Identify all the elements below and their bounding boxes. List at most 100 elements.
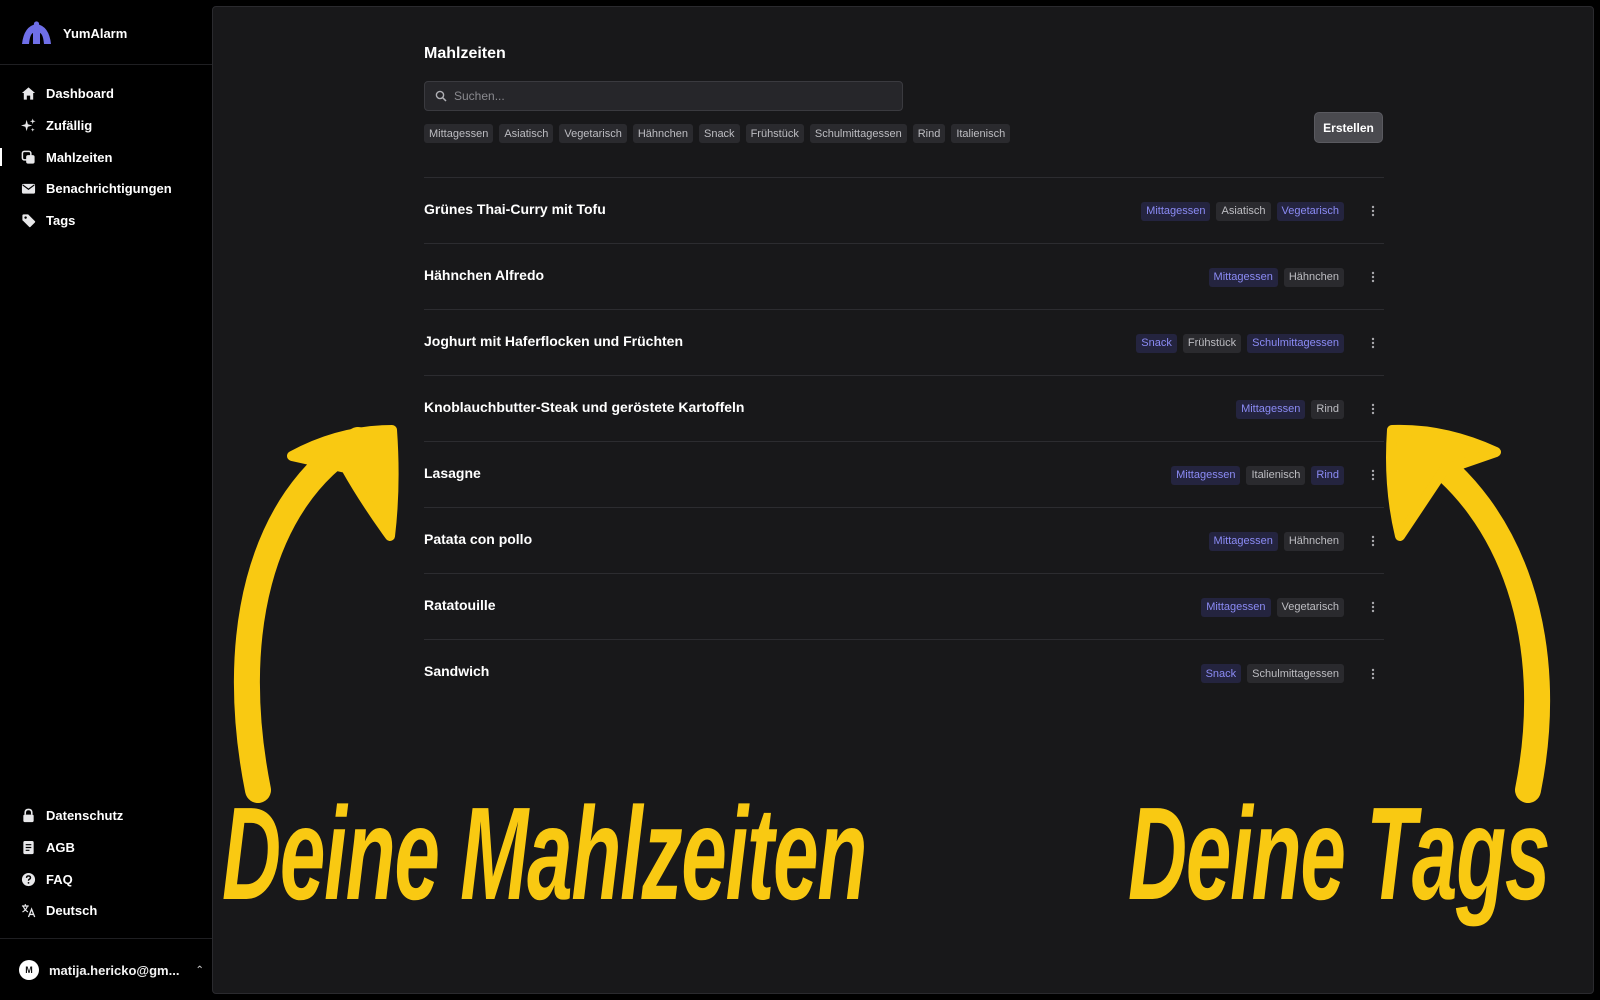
meal-tags: Mittagessen Italienisch Rind: [1171, 465, 1344, 485]
tag-filter-list: Mittagessen Asiatisch Vegetarisch Hähnchen S…: [424, 124, 1011, 143]
meal-row[interactable]: Grünes Thai-Curry mit Tofu Mittagessen Asi…: [424, 178, 1384, 244]
tag-badge: Frühstück: [1182, 333, 1242, 353]
copy-icon: [20, 149, 36, 165]
more-vertical-icon[interactable]: [1362, 596, 1384, 618]
tag-badge: Mittagessen: [1201, 597, 1271, 617]
meal-tags: Mittagessen Rind: [1236, 399, 1344, 419]
meal-name: Grünes Thai-Curry mit Tofu: [424, 200, 606, 217]
filter-chip[interactable]: Frühstück: [745, 124, 804, 143]
sidebar-item-agb[interactable]: AGB: [0, 832, 212, 864]
app-name: YumAlarm: [63, 25, 128, 41]
meal-name: Patata con pollo: [424, 530, 533, 547]
filter-chip[interactable]: Vegetarisch: [559, 124, 627, 143]
meal-row[interactable]: Ratatouille Mittagessen Vegetarisch: [424, 574, 1384, 640]
avatar: M: [19, 960, 39, 980]
page-title: Mahlzeiten: [424, 45, 506, 62]
chevron-up-icon: ⌃: [195, 964, 204, 976]
sidebar-footer-nav: Datenschutz AGB FAQ Deutsch: [0, 800, 212, 927]
translate-icon: [20, 903, 36, 919]
meal-row[interactable]: Knoblauchbutter-Steak und geröstete Kart…: [424, 376, 1384, 442]
main-panel: Mahlzeiten MittagessenAsiatischVegetaris…: [212, 6, 1594, 994]
filter-chip[interactable]: Mittagessen: [424, 124, 494, 143]
meal-row[interactable]: Sandwich Snack Schulmittagessen: [424, 640, 1384, 706]
tag-badge: Vegetarisch: [1276, 597, 1344, 617]
sidebar-item-dashboard[interactable]: Dashboard: [0, 78, 212, 110]
tag-badge: Asiatisch: [1216, 201, 1271, 221]
filter-chip[interactable]: Schulmittagessen: [809, 124, 907, 143]
help-icon: [20, 871, 36, 887]
sidebar-divider: [0, 938, 212, 939]
meal-name: Lasagne: [424, 464, 481, 481]
filter-chip[interactable]: Asiatisch: [499, 124, 554, 143]
sidebar-item-datenschutz[interactable]: Datenschutz: [0, 800, 212, 832]
sidebar: YumAlarm Dashboard Zufällig Mahlzeiten B…: [0, 0, 212, 1000]
tag-badge: Rind: [1311, 465, 1344, 485]
meal-name: Ratatouille: [424, 596, 496, 613]
filter-chip[interactable]: Italienisch: [951, 124, 1011, 143]
lock-icon: [20, 808, 36, 824]
sparkles-icon: [20, 118, 36, 134]
search-box[interactable]: [424, 81, 903, 111]
sidebar-item-faq[interactable]: FAQ: [0, 863, 212, 895]
tag-badge: Italienisch: [1246, 465, 1306, 485]
tag-badge: Mittagessen: [1236, 399, 1306, 419]
sidebar-item-label: Dashboard: [46, 86, 114, 102]
user-menu[interactable]: M matija.hericko@gm... ⌃: [19, 958, 204, 982]
meal-tags: Snack Schulmittagessen: [1200, 664, 1344, 683]
search-icon: [435, 90, 447, 102]
sidebar-item-mahlzeiten[interactable]: Mahlzeiten: [0, 141, 212, 173]
tag-icon: [20, 213, 36, 229]
sidebar-divider: [0, 64, 212, 65]
document-icon: [20, 840, 36, 856]
more-vertical-icon[interactable]: [1362, 464, 1384, 486]
meal-row[interactable]: Hähnchen Alfredo Mittagessen Hähnchen: [424, 244, 1384, 310]
search-input[interactable]: [454, 89, 884, 103]
meal-row[interactable]: Joghurt mit Haferflocken und Früchten Sna…: [424, 310, 1384, 376]
tag-badge: Mittagessen: [1171, 465, 1241, 485]
home-icon: [20, 86, 36, 102]
meal-row[interactable]: Lasagne Mittagessen Italienisch Rind: [424, 442, 1384, 508]
sidebar-item-label: Zufällig: [46, 118, 93, 134]
sidebar-item-label: Datenschutz: [46, 808, 124, 824]
more-vertical-icon[interactable]: [1362, 530, 1384, 552]
meal-name: Hähnchen Alfredo: [424, 266, 545, 283]
filter-chip[interactable]: Snack: [698, 124, 740, 143]
filter-chip[interactable]: Rind: [912, 124, 946, 143]
more-vertical-icon[interactable]: [1362, 398, 1384, 420]
tag-badge: Hähnchen: [1283, 531, 1344, 551]
mail-icon: [20, 181, 36, 197]
sidebar-nav: Dashboard Zufällig Mahlzeiten Benachrich…: [0, 78, 212, 236]
sidebar-item-zufaellig[interactable]: Zufällig: [0, 110, 212, 142]
more-vertical-icon[interactable]: [1362, 200, 1384, 222]
sidebar-item-label: Tags: [46, 213, 76, 229]
meal-tags: Snack Frühstück Schulmittagessen: [1136, 333, 1344, 353]
create-button[interactable]: Erstellen: [1314, 112, 1383, 143]
sidebar-item-label: Deutsch: [46, 903, 98, 919]
sidebar-item-label: Benachrichtigungen: [46, 181, 172, 197]
brand[interactable]: YumAlarm: [20, 18, 127, 48]
meal-row[interactable]: Patata con pollo Mittagessen Hähnchen: [424, 508, 1384, 574]
tag-badge: Snack: [1200, 664, 1242, 683]
sidebar-item-label: AGB: [46, 840, 75, 856]
tag-badge: Hähnchen: [1283, 267, 1344, 287]
more-vertical-icon[interactable]: [1362, 332, 1384, 354]
tag-badge: Mittagessen: [1208, 531, 1278, 551]
filter-chip[interactable]: Hähnchen: [632, 124, 693, 143]
sidebar-item-label: Mahlzeiten: [46, 149, 113, 165]
meal-name: Sandwich: [424, 663, 490, 679]
tag-badge: Rind: [1311, 399, 1344, 419]
more-vertical-icon[interactable]: [1362, 663, 1384, 685]
meal-tags: Mittagessen Asiatisch Vegetarisch: [1141, 201, 1344, 221]
tag-badge: Schulmittagessen: [1247, 333, 1344, 353]
logo-icon: [22, 21, 51, 44]
more-vertical-icon[interactable]: [1362, 266, 1384, 288]
sidebar-item-language[interactable]: Deutsch: [0, 895, 212, 927]
sidebar-item-label: FAQ: [46, 871, 73, 887]
tag-badge: Vegetarisch: [1276, 201, 1344, 221]
sidebar-item-benachrichtigungen[interactable]: Benachrichtigungen: [0, 173, 212, 205]
meal-tags: Mittagessen Hähnchen: [1208, 267, 1344, 287]
sidebar-item-tags[interactable]: Tags: [0, 205, 212, 237]
meal-name: Joghurt mit Haferflocken und Früchten: [424, 332, 684, 349]
tag-badge: Mittagessen: [1141, 201, 1211, 221]
meal-list: Grünes Thai-Curry mit Tofu Mittagessen Asi…: [424, 177, 1384, 706]
